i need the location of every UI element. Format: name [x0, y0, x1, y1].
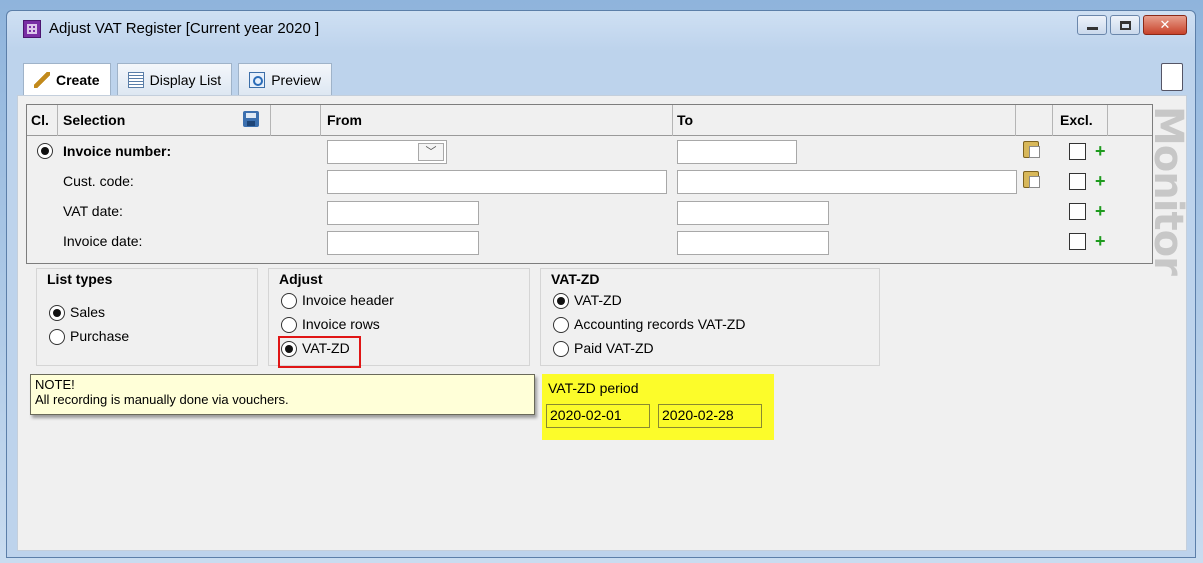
maximize-icon — [1120, 21, 1131, 30]
cust-code-to-input[interactable] — [677, 170, 1017, 194]
note-tooltip: NOTE! All recording is manually done via… — [30, 374, 535, 415]
plus-icon[interactable]: + — [1095, 232, 1106, 250]
col-to-header: To — [677, 112, 694, 128]
col-selection-header: Selection — [63, 112, 126, 128]
note-text: All recording is manually done via vouch… — [35, 392, 289, 407]
radio-paid-vatzd[interactable] — [553, 341, 569, 357]
save-icon[interactable] — [243, 111, 259, 127]
list-icon — [127, 71, 144, 88]
row-vat-date: VAT date: + — [27, 197, 1152, 227]
invoice-number-from-combo[interactable]: ﹀ — [327, 140, 447, 164]
col-excl-header: Excl. — [1060, 112, 1093, 128]
row-label: VAT date: — [63, 203, 123, 219]
radio-sales[interactable] — [49, 305, 65, 321]
tab-bar: Create Display List Preview — [23, 63, 332, 96]
selection-grid: Cl. Selection From To Excl. Invoice numb… — [26, 104, 1153, 264]
excl-checkbox[interactable] — [1069, 233, 1086, 250]
row-cust-code: Cust. code: + — [27, 167, 1152, 197]
row-invoice-date: Invoice date: + — [27, 227, 1152, 257]
document-icon[interactable] — [1161, 63, 1183, 91]
tab-preview-label: Preview — [271, 71, 321, 88]
clipboard-icon[interactable] — [1023, 141, 1040, 158]
note-title: NOTE! — [35, 377, 75, 392]
option-label: Purchase — [70, 328, 130, 344]
invoice-date-from-input[interactable] — [327, 231, 479, 255]
plus-icon[interactable]: + — [1095, 142, 1106, 160]
app-calculator-icon — [23, 20, 41, 38]
excl-checkbox[interactable] — [1069, 203, 1086, 220]
radio-purchase[interactable] — [49, 329, 65, 345]
tab-create-label: Create — [56, 72, 100, 88]
pencil-icon — [34, 72, 50, 88]
main-panel: Cl. Selection From To Excl. Invoice numb… — [17, 95, 1191, 551]
app-window: Adjust VAT Register [Current year 2020 ]… — [6, 10, 1196, 558]
option-label: VAT-ZD — [574, 292, 622, 308]
row-invoice-number: Invoice number: ﹀ + — [27, 137, 1152, 167]
row-select-radio[interactable] — [37, 143, 53, 159]
col-cl-header: Cl. — [31, 112, 49, 128]
tab-preview[interactable]: Preview — [238, 63, 332, 95]
col-from-header: From — [327, 112, 362, 128]
row-label: Cust. code: — [63, 173, 134, 189]
vat-date-to-input[interactable] — [677, 201, 829, 225]
tab-display-list[interactable]: Display List — [116, 63, 233, 95]
plus-icon[interactable]: + — [1095, 202, 1106, 220]
vat-zd-title: VAT-ZD — [551, 271, 600, 287]
row-label: Invoice number: — [63, 143, 172, 159]
invoice-number-to-input[interactable] — [677, 140, 797, 164]
minimize-icon — [1087, 27, 1098, 30]
preview-icon — [249, 71, 266, 88]
vat-zd-period-box: VAT-ZD period 2020-02-01 2020-02-28 — [542, 374, 774, 440]
period-to-input[interactable]: 2020-02-28 — [658, 404, 762, 428]
plus-icon[interactable]: + — [1095, 172, 1106, 190]
watermark-text: Monitor — [1145, 106, 1191, 275]
monitor-watermark: Monitor — [1145, 106, 1191, 281]
excl-checkbox[interactable] — [1069, 143, 1086, 160]
vat-date-from-input[interactable] — [327, 201, 479, 225]
row-label: Invoice date: — [63, 233, 143, 249]
cust-code-from-input[interactable] — [327, 170, 667, 194]
period-from-input[interactable]: 2020-02-01 — [546, 404, 650, 428]
highlight-box — [278, 336, 361, 368]
radio-vatzd[interactable] — [553, 293, 569, 309]
close-icon: ✕ — [1159, 17, 1171, 32]
minimize-button[interactable] — [1077, 15, 1107, 35]
vat-zd-period-label: VAT-ZD period — [548, 380, 639, 396]
excl-checkbox[interactable] — [1069, 173, 1086, 190]
invoice-date-to-input[interactable] — [677, 231, 829, 255]
grid-header: Cl. Selection From To Excl. — [27, 105, 1152, 136]
option-label: Invoice header — [302, 292, 394, 308]
option-label: Paid VAT-ZD — [574, 340, 654, 356]
clipboard-icon[interactable] — [1023, 171, 1040, 188]
option-label: Accounting records VAT-ZD — [574, 316, 746, 332]
radio-invoice-header[interactable] — [281, 293, 297, 309]
option-label: Sales — [70, 304, 106, 320]
tab-create[interactable]: Create — [23, 63, 111, 96]
adjust-title: Adjust — [279, 271, 323, 287]
list-types-title: List types — [47, 271, 113, 287]
radio-invoice-rows[interactable] — [281, 317, 297, 333]
option-label: Invoice rows — [302, 316, 380, 332]
chevron-down-icon[interactable]: ﹀ — [418, 143, 444, 161]
vat-zd-group: VAT-ZD VAT-ZD Accounting records VAT-ZD … — [540, 268, 880, 366]
list-types-group: List types Sales Purchase — [36, 268, 258, 366]
close-button[interactable]: ✕ — [1143, 15, 1187, 35]
title-bar: Adjust VAT Register [Current year 2020 ]… — [7, 11, 1195, 47]
maximize-button[interactable] — [1110, 15, 1140, 35]
window-title: Adjust VAT Register [Current year 2020 ] — [49, 20, 320, 37]
radio-accounting-records[interactable] — [553, 317, 569, 333]
tab-display-list-label: Display List — [149, 71, 222, 88]
